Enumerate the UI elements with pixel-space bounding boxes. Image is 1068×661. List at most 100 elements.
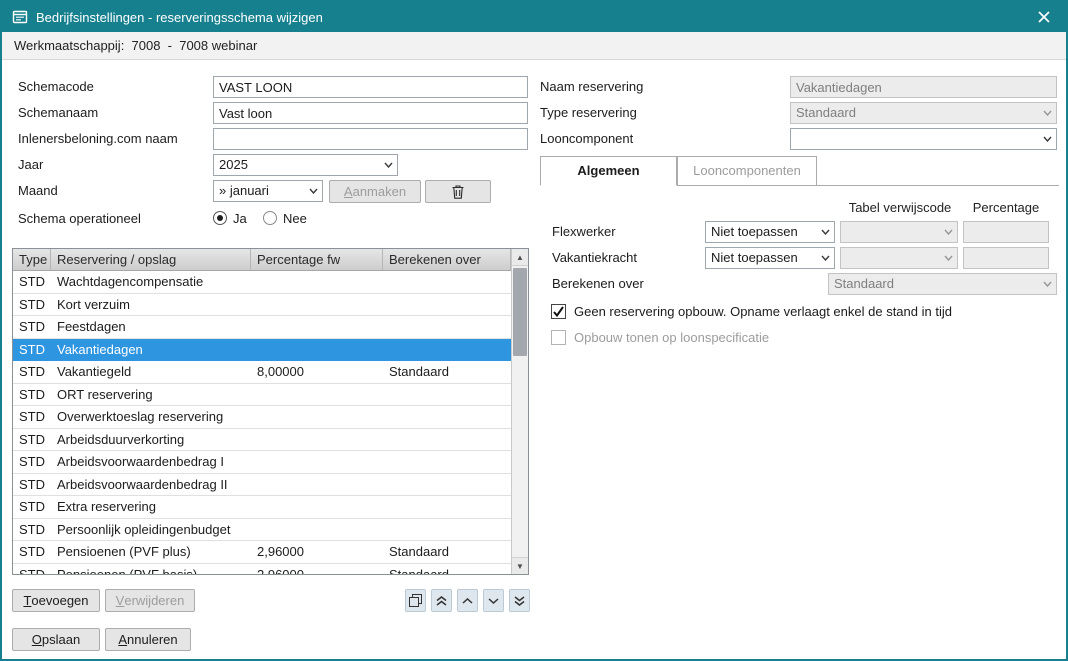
opbouw-tonen-label: Opbouw tonen op loonspecificatie <box>574 327 769 349</box>
naam-reservering-label: Naam reservering <box>540 76 643 98</box>
table-row[interactable]: STDPersoonlijk opleidingenbudget <box>13 519 511 542</box>
jaar-label: Jaar <box>18 154 43 176</box>
close-button[interactable] <box>1032 5 1056 29</box>
table-cell: Persoonlijk opleidingenbudget <box>51 519 251 541</box>
table-cell <box>383 384 511 406</box>
opbouw-tonen-checkbox <box>551 330 566 345</box>
move-bottom-button[interactable] <box>509 589 530 612</box>
geen-reservering-checkbox[interactable] <box>551 304 566 319</box>
jaar-select-value: 2025 <box>219 155 379 175</box>
maand-label: Maand <box>18 180 58 202</box>
operationeel-ja-label[interactable]: Ja <box>233 208 247 230</box>
berekenen-over-label: Berekenen over <box>552 273 644 295</box>
type-reservering-label: Type reservering <box>540 102 637 124</box>
operationeel-nee-radio[interactable] <box>263 211 277 225</box>
opslaan-button[interactable]: Opslaan <box>12 628 100 651</box>
aanmaken-button: Aanmaken <box>329 180 421 203</box>
table-row[interactable]: STDPensioenen (PVF basis)2,96000Standaar… <box>13 564 511 575</box>
table-row[interactable]: STDArbeidsvoorwaardenbedrag II <box>13 474 511 497</box>
chevron-down-icon <box>380 155 396 175</box>
table-cell: STD <box>13 384 51 406</box>
tab-algemeen[interactable]: Algemeen <box>540 156 677 186</box>
table-cell <box>383 316 511 338</box>
table-cell: STD <box>13 451 51 473</box>
flexwerker-verwijscode-select <box>840 221 958 243</box>
jaar-select[interactable]: 2025 <box>213 154 398 176</box>
berekenen-over-value: Standaard <box>834 274 1038 294</box>
move-up-button[interactable] <box>457 589 478 612</box>
table-scrollbar[interactable]: ▲ ▼ <box>511 249 528 574</box>
table-cell: 8,00000 <box>251 361 383 383</box>
move-top-button[interactable] <box>431 589 452 612</box>
table-cell <box>251 474 383 496</box>
annuleren-button[interactable]: Annuleren <box>105 628 191 651</box>
table-cell: STD <box>13 564 51 575</box>
table-cell: ORT reservering <box>51 384 251 406</box>
scroll-up-icon[interactable]: ▲ <box>512 249 528 266</box>
table-row[interactable]: STDExtra reservering <box>13 496 511 519</box>
table-row[interactable]: STDPensioenen (PVF plus)2,96000Standaard <box>13 541 511 564</box>
table-cell: STD <box>13 474 51 496</box>
table-cell <box>251 429 383 451</box>
table-row[interactable]: STDFeestdagen <box>13 316 511 339</box>
table-cell: Wachtdagencompensatie <box>51 271 251 293</box>
move-down-button[interactable] <box>483 589 504 612</box>
table-row[interactable]: STDWachtdagencompensatie <box>13 271 511 294</box>
trash-icon <box>452 185 464 199</box>
flexwerker-select[interactable]: Niet toepassen <box>705 221 835 243</box>
table-cell: 2,96000 <box>251 564 383 575</box>
operationeel-nee-label[interactable]: Nee <box>283 208 307 230</box>
vakantiekracht-percentage-input <box>963 247 1049 269</box>
table-cell: Overwerktoeslag reservering <box>51 406 251 428</box>
vakantiekracht-value: Niet toepassen <box>711 248 816 268</box>
vakantiekracht-label: Vakantiekracht <box>552 247 637 269</box>
table-row[interactable]: STDArbeidsduurverkorting <box>13 429 511 452</box>
type-reservering-value: Standaard <box>796 103 1038 123</box>
copy-button[interactable] <box>405 589 426 612</box>
chevron-down-icon <box>1039 103 1055 123</box>
table-cell: STD <box>13 361 51 383</box>
delete-month-button[interactable] <box>425 180 491 203</box>
window-title: Bedrijfsinstellingen - reserveringsschem… <box>36 10 1024 25</box>
table-cell: STD <box>13 429 51 451</box>
vakantiekracht-select[interactable]: Niet toepassen <box>705 247 835 269</box>
table-cell: Extra reservering <box>51 496 251 518</box>
tabstrip: Algemeen Looncomponenten <box>540 156 1059 186</box>
inlenersbeloning-label: Inlenersbeloning.com naam <box>18 128 178 150</box>
schemanaam-input[interactable] <box>213 102 528 124</box>
inlenersbeloning-input[interactable] <box>213 128 528 150</box>
table-cell: Arbeidsduurverkorting <box>51 429 251 451</box>
table-cell <box>251 339 383 361</box>
table-cell: Vakantiegeld <box>51 361 251 383</box>
schemacode-input[interactable] <box>213 76 528 98</box>
maand-select[interactable]: » januari <box>213 180 323 202</box>
operationeel-ja-radio[interactable] <box>213 211 227 225</box>
table-row[interactable]: STDORT reservering <box>13 384 511 407</box>
table-cell: Standaard <box>383 361 511 383</box>
table-row[interactable]: STDKort verzuim <box>13 294 511 317</box>
geen-reservering-label[interactable]: Geen reservering opbouw. Opname verlaagt… <box>574 301 952 323</box>
table-cell: Pensioenen (PVF basis) <box>51 564 251 575</box>
column-header-type: Type <box>13 249 51 270</box>
table-cell <box>251 294 383 316</box>
column-header-berekenen: Berekenen over <box>383 249 511 270</box>
tab-looncomponenten[interactable]: Looncomponenten <box>677 156 817 186</box>
table-row[interactable]: STDOverwerktoeslag reservering <box>13 406 511 429</box>
flexwerker-percentage-input <box>963 221 1049 243</box>
scrollbar-thumb[interactable] <box>513 268 527 356</box>
naam-reservering-input <box>790 76 1057 98</box>
scroll-down-icon[interactable]: ▼ <box>512 557 528 574</box>
table-row[interactable]: STDVakantiedagen <box>13 339 511 362</box>
looncomponent-select[interactable] <box>790 128 1057 150</box>
table-cell: Pensioenen (PVF plus) <box>51 541 251 563</box>
chevron-down-icon <box>488 598 499 604</box>
table-cell <box>251 271 383 293</box>
table-row[interactable]: STDVakantiegeld8,00000Standaard <box>13 361 511 384</box>
table-row[interactable]: STDArbeidsvoorwaardenbedrag I <box>13 451 511 474</box>
table-cell: STD <box>13 541 51 563</box>
chevron-down-icon <box>940 222 956 242</box>
table-cell: Arbeidsvoorwaardenbedrag II <box>51 474 251 496</box>
chevron-up-icon <box>462 598 473 604</box>
table-cell: 2,96000 <box>251 541 383 563</box>
toevoegen-button[interactable]: Toevoegen <box>12 589 100 612</box>
